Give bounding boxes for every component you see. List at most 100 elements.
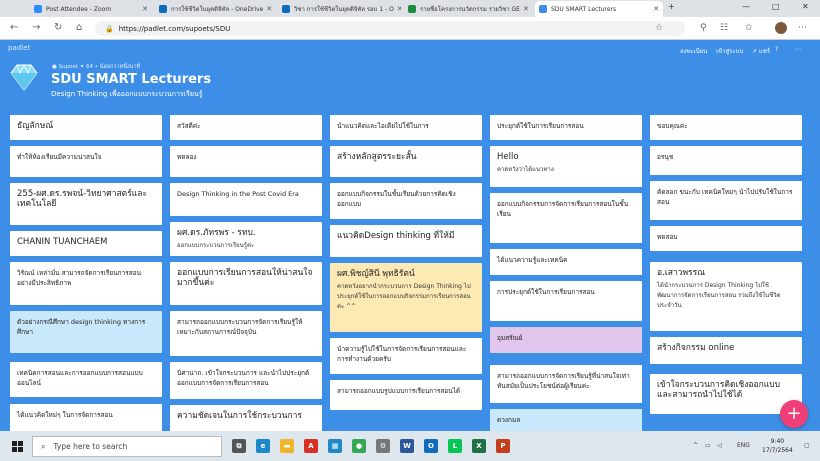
- chrome-icon[interactable]: ●: [352, 439, 366, 453]
- extension-icon[interactable]: ⚲: [700, 23, 707, 33]
- post-title: Hello: [497, 152, 519, 162]
- browser-tab[interactable]: Post Attendee - Zoom ✕: [30, 1, 152, 17]
- share-button[interactable]: ↗ แชร์: [752, 46, 770, 56]
- language-indicator[interactable]: ENG: [737, 442, 750, 449]
- post-card[interactable]: ทำให้ห้องเรียนมีความน่าสนใจ: [10, 146, 162, 177]
- collections-icon[interactable]: ☷: [720, 23, 728, 33]
- minimize-icon[interactable]: —: [742, 2, 750, 11]
- tray-chevron-icon[interactable]: ^: [693, 442, 698, 449]
- notification-icon[interactable]: ▢: [804, 442, 810, 449]
- close-window-icon[interactable]: ✕: [802, 2, 809, 11]
- outlook-icon[interactable]: O: [424, 439, 438, 453]
- post-title: การประยุกต์ใช้ในการเรียนการสอน: [497, 288, 595, 296]
- login-link[interactable]: เข้าสู่ระบบ: [716, 46, 743, 56]
- browser-tab[interactable]: รายชื่อโครงการนวัตกรรม รายวิชา GE ✕: [404, 1, 532, 17]
- post-card[interactable]: ตัวอย่างกรณีศึกษา design thinking ทางการ…: [10, 311, 162, 353]
- post-title: Design Thinking in the Post Covid Era: [177, 190, 299, 198]
- post-card[interactable]: สามารถออกแบบรูปแบบการเรียนการสอนได้: [330, 380, 482, 410]
- settings-icon[interactable]: ⚙: [376, 439, 390, 453]
- post-body: คาดหวังว่าได้แนวทาง: [497, 166, 554, 173]
- post-card[interactable]: ทดลอง: [170, 146, 322, 177]
- powerpoint-icon[interactable]: P: [496, 439, 510, 453]
- post-card[interactable]: สร้างหลักสูตรระยะสั้น: [330, 146, 482, 177]
- post-card[interactable]: อรนุช: [650, 146, 802, 175]
- post-card[interactable]: Hello คาดหวังว่าได้แนวทาง: [490, 146, 642, 187]
- excel-icon[interactable]: X: [472, 439, 486, 453]
- browser-tab[interactable]: การใช้ชีวิตในยุคดิจิทัล - OneDrive ✕: [155, 1, 275, 17]
- post-card[interactable]: สามารถออกแบบกระบวนการจัดการเรียนรู้ให้เห…: [170, 311, 322, 356]
- post-card[interactable]: อ.เสาวพรรณ ได้นำกระบวนการ Design Thinking…: [650, 262, 802, 331]
- more-options-icon[interactable]: ⋯: [795, 46, 801, 53]
- post-card[interactable]: CHANIN TUANCHAEM: [10, 231, 162, 256]
- padlet-logo[interactable]: padlet: [8, 44, 30, 52]
- profile-avatar[interactable]: [775, 22, 787, 34]
- task-view-icon[interactable]: ⧉: [232, 439, 246, 453]
- post-card[interactable]: สวัสดีค่ะ: [170, 115, 322, 140]
- post-card[interactable]: เทคนิคการสอนและการออกแบบการสอนแบบออนไลน์: [10, 362, 162, 397]
- reload-icon[interactable]: ↻: [54, 22, 62, 33]
- post-card[interactable]: ออกแบบกิจกรรมการจัดการเรียนการสอนในชั้นเ…: [490, 193, 642, 243]
- post-card[interactable]: ออกแบบการเรียนการสอนให้น่าสนใจมากขึ้นค่ะ: [170, 262, 322, 305]
- tab-favicon-icon: [539, 5, 547, 13]
- tab-close-icon[interactable]: ✕: [520, 5, 529, 13]
- post-card[interactable]: สามารถออกแบบการจัดการเรียนรู้ที่น่าสนใจเ…: [490, 365, 642, 403]
- post-card[interactable]: ประยุกต์ใช้ในการเรียนการสอน: [490, 115, 642, 140]
- separator: •: [94, 64, 99, 70]
- store-icon[interactable]: ▦: [328, 439, 342, 453]
- post-card[interactable]: การประยุกต์ใช้ในการเรียนการสอน: [490, 281, 642, 321]
- line-icon[interactable]: L: [448, 439, 462, 453]
- tab-close-icon[interactable]: ✕: [394, 5, 401, 13]
- post-card[interactable]: วิรัณน์ เหล่ามั่น สามารถจัดการเรียนการสอ…: [10, 262, 162, 305]
- post-card[interactable]: ผศ.ดร.ภัทรพร - รทบ. ออกแบบกระบวนการเรียนร…: [170, 222, 322, 256]
- post-card[interactable]: สร้างกิจกรรม online: [650, 337, 802, 364]
- more-icon[interactable]: ⋯: [798, 23, 807, 33]
- edge-icon[interactable]: e: [256, 439, 270, 453]
- post-card[interactable]: ทดสอบ: [650, 226, 802, 251]
- browser-tab[interactable]: วิชา การใช้ชีวิตในยุคดิจิทัล รอบ 1 - O ✕: [278, 1, 401, 17]
- system-clock[interactable]: 9:40 17/7/2564: [762, 437, 793, 455]
- help-icon[interactable]: ?: [775, 46, 778, 53]
- post-card[interactable]: 255-ผศ.ดร.รพจน์-วิทยาศาสตร์และเทคโนโลยี: [10, 183, 162, 225]
- tab-close-icon[interactable]: ✕: [263, 5, 272, 13]
- post-card[interactable]: ออกแบบกิจกรรมในชั้นเรียนด้วยการคิดเชิงออ…: [330, 183, 482, 219]
- star-icon[interactable]: ☆: [655, 23, 663, 33]
- post-card[interactable]: ได้แนวคิดใหม่ๆ ในการจัดการสอน: [10, 404, 162, 434]
- browser-tab[interactable]: SDU SMART Lecturers ✕: [535, 1, 663, 17]
- post-title: เข้าใจกระบวนการคิดเชิงออกแบบ และสามารถนำ…: [657, 380, 781, 400]
- post-time: น้อยกว่าหนึ่งนาที: [99, 64, 141, 70]
- taskbar-search-box[interactable]: ⌕ Type here to search: [32, 436, 222, 457]
- post-card[interactable]: คัดลอก ขนะกับ เทคนิคใหม่ๆ นำไปปรับใช้ในก…: [650, 181, 802, 220]
- tab-label: รายชื่อโครงการนวัตกรรม รายวิชา GE: [420, 6, 520, 13]
- post-card[interactable]: นำความรู้ไปใช้ในการจัดการเรียนการสอนและก…: [330, 338, 482, 374]
- post-card[interactable]: ธัญลักษณ์: [10, 115, 162, 140]
- post-card[interactable]: นำแนวคิดและไอเดียไปใช้ในการ: [330, 115, 482, 140]
- acrobat-icon[interactable]: A: [304, 439, 318, 453]
- back-icon[interactable]: ←: [10, 22, 18, 33]
- tab-label: การใช้ชีวิตในยุคดิจิทัล - OneDrive: [171, 6, 264, 13]
- home-icon[interactable]: ⌂: [76, 22, 82, 33]
- post-card[interactable]: ได้แนวความรู้และเทคนิค: [490, 249, 642, 275]
- network-icon[interactable]: ▭: [705, 442, 711, 449]
- new-tab-icon[interactable]: +: [668, 2, 675, 11]
- tab-close-icon[interactable]: ✕: [650, 5, 659, 13]
- word-icon[interactable]: W: [400, 439, 414, 453]
- address-bar[interactable]: 🔒 https://padlet.com/supoets/SDU: [95, 21, 685, 36]
- tab-close-icon[interactable]: ✕: [139, 5, 148, 13]
- author-name[interactable]: Supoet: [59, 64, 78, 70]
- post-card[interactable]: อุมสรัณย์: [490, 327, 642, 353]
- post-card[interactable]: Design Thinking in the Post Covid Era: [170, 183, 322, 216]
- post-card[interactable]: แนวคิดDesign thinking ที่ให้มี: [330, 225, 482, 257]
- add-post-button[interactable]: +: [780, 400, 808, 428]
- volume-icon[interactable]: ◁: [717, 442, 722, 449]
- tab-favicon-icon: [159, 5, 167, 13]
- signup-link[interactable]: ลงทะเบียน: [680, 46, 707, 56]
- maximize-icon[interactable]: □: [772, 2, 780, 11]
- post-card[interactable]: นิศานาถ. เข้าใจกระบวนการ และนำไปประยุกต์…: [170, 362, 322, 399]
- favorites-icon[interactable]: ✩: [745, 23, 753, 33]
- windows-start-icon[interactable]: [12, 441, 23, 452]
- forward-icon[interactable]: →: [32, 22, 40, 33]
- post-card[interactable]: เข้าใจกระบวนการคิดเชิงออกแบบ และสามารถนำ…: [650, 374, 802, 414]
- post-card[interactable]: ผศ.พิชญ์สินี พุทธิรัตน์ คาดหวังอยากนำกระบ…: [330, 263, 482, 332]
- post-card[interactable]: ขอบคุณค่ะ: [650, 115, 802, 140]
- file-explorer-icon[interactable]: ▬: [280, 439, 294, 453]
